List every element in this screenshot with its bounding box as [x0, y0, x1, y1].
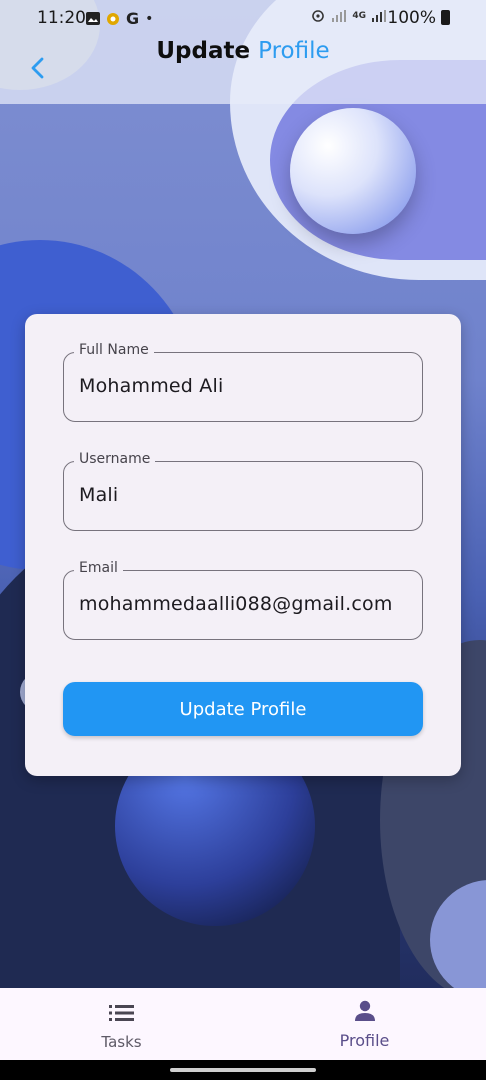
battery-icon	[441, 10, 450, 25]
home-gesture-bar[interactable]	[170, 1068, 316, 1072]
email-field[interactable]: Email mohammedaalli088@gmail.com	[63, 560, 423, 640]
signal-icon	[332, 10, 347, 22]
gallery-icon	[86, 12, 100, 25]
page-title: Update Profile	[0, 38, 486, 64]
page-title-accent: Profile	[258, 38, 330, 64]
status-time: 11:20	[37, 8, 86, 28]
email-value[interactable]: mohammedaalli088@gmail.com	[79, 593, 393, 615]
app-bar: 11:20 G • 4G 100% Update Profile	[0, 0, 486, 104]
full-name-label: Full Name	[74, 342, 154, 358]
page-title-main: Update	[156, 38, 251, 64]
nav-item-tasks[interactable]: Tasks	[0, 988, 243, 1060]
username-label: Username	[74, 451, 156, 467]
bottom-navigation: Tasks Profile	[0, 988, 486, 1060]
more-dot-icon: •	[145, 10, 154, 27]
username-value[interactable]: Mali	[79, 484, 118, 506]
nav-item-profile[interactable]: Profile	[243, 988, 486, 1060]
signal-gear-icon	[107, 12, 119, 25]
status-bar: 11:20 G • 4G 100%	[0, 0, 486, 36]
decorative-sphere	[290, 108, 416, 234]
profile-form-card: Full Name Mohammed Ali Username Mali Ema…	[25, 314, 461, 776]
username-field[interactable]: Username Mali	[63, 451, 423, 531]
email-label: Email	[74, 560, 123, 576]
system-icons: 4G	[310, 9, 386, 23]
full-name-value[interactable]: Mohammed Ali	[79, 375, 223, 397]
list-icon	[109, 1005, 134, 1021]
nav-label-tasks: Tasks	[101, 1033, 142, 1051]
network-type: 4G	[352, 11, 366, 21]
full-name-field[interactable]: Full Name Mohammed Ali	[63, 342, 423, 422]
signal-icon	[372, 10, 386, 22]
update-profile-button[interactable]: Update Profile	[63, 682, 423, 736]
hotspot-icon	[312, 10, 325, 22]
nav-label-profile: Profile	[339, 1031, 390, 1050]
gesture-area	[0, 1060, 486, 1080]
google-icon: G	[126, 9, 140, 28]
battery-percent: 100%	[387, 8, 436, 28]
notification-icons: G •	[86, 9, 153, 28]
person-icon	[355, 1000, 375, 1021]
